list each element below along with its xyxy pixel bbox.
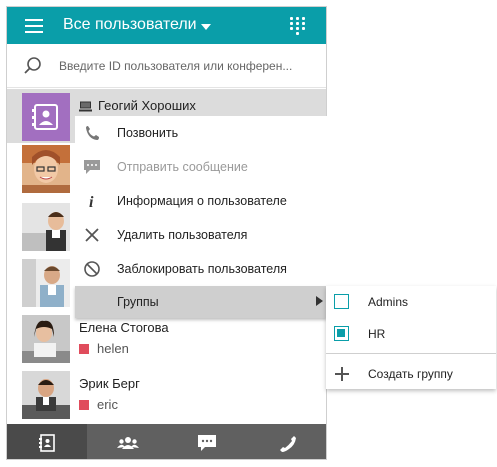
phone-icon [86,126,99,140]
phone-icon [280,436,296,452]
plus-icon [335,367,349,381]
chat-icon [84,160,100,174]
contact-row[interactable]: Елена Стогова helen [7,311,326,367]
bottom-tab-bar [7,424,326,459]
context-menu: Позвонить Отправить сообщение i Информац… [75,116,327,286]
checkbox[interactable] [334,294,349,309]
avatar [22,203,70,251]
contact-name: Геогий Хороших [98,98,196,113]
checkbox-checked[interactable] [334,326,349,341]
avatar-photo [22,371,70,419]
tab-contacts[interactable] [7,424,87,459]
avatar [22,93,70,141]
groups-submenu: Admins HR Создать группу [326,286,496,389]
group-icon [117,437,139,449]
tab-chats[interactable] [167,424,247,459]
menu-item-call[interactable]: Позвонить [75,116,327,150]
group-item-hr[interactable]: HR [326,318,496,350]
dropdown-caret-icon[interactable] [201,24,211,30]
close-icon [85,228,99,242]
avatar [22,371,70,419]
menu-item-delete-user[interactable]: Удалить пользователя [75,218,327,252]
contact-login: eric [79,397,118,412]
svg-text:i: i [89,194,94,210]
menu-icon[interactable] [25,19,43,33]
avatar-photo [22,315,70,363]
create-group-button[interactable]: Создать группу [326,358,496,390]
search-bar [7,44,326,88]
menu-item-block-user[interactable]: Заблокировать пользователя [75,252,327,286]
contact-name: Елена Стогова [79,320,169,335]
contact-row[interactable]: Эрик Берг eric [7,367,326,423]
avatar [22,145,70,193]
avatar-photo [22,259,70,307]
block-icon [84,261,100,277]
menu-item-groups[interactable]: Группы [75,286,327,318]
search-icon [24,57,41,74]
chevron-right-icon [316,296,323,306]
menu-item-send-message[interactable]: Отправить сообщение [75,150,327,184]
contact-card-icon [32,104,58,130]
app-header: Все пользователи [7,7,326,44]
status-indicator [79,400,89,410]
dialpad-icon[interactable] [290,17,306,35]
menu-item-user-info[interactable]: i Информация о пользователе [75,184,327,218]
avatar [22,315,70,363]
desktop-icon [79,101,92,112]
address-book-icon [39,434,55,452]
avatar [22,259,70,307]
contact-name: Эрик Берг [79,376,140,391]
tab-calls[interactable] [247,424,326,459]
avatar-photo [22,203,70,251]
group-item-admins[interactable]: Admins [326,286,496,318]
divider [326,353,496,354]
contact-login: helen [79,341,129,356]
tab-groups[interactable] [87,424,167,459]
status-indicator [79,344,89,354]
info-icon: i [89,194,94,210]
avatar-photo [22,145,70,193]
user-filter-title[interactable]: Все пользователи [63,16,197,34]
search-input[interactable] [59,56,319,76]
chat-icon [198,435,216,451]
